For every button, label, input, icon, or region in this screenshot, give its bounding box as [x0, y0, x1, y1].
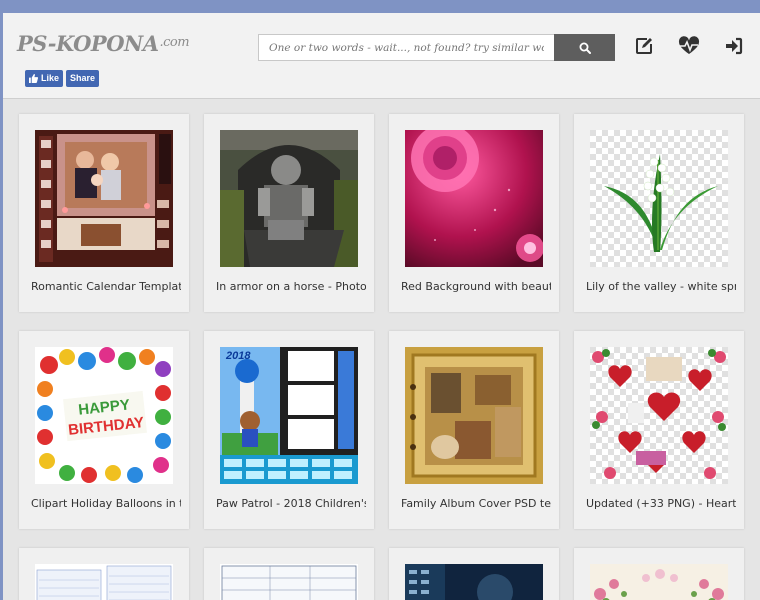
gallery-card[interactable]: Red Background with beautiful roses — [389, 114, 559, 312]
gallery-card[interactable] — [389, 548, 559, 600]
card-caption[interactable]: Romantic Calendar Template for 2018 — [31, 280, 181, 293]
armor-thumbnail[interactable] — [220, 130, 358, 267]
floral-frame-thumbnail[interactable] — [590, 564, 728, 600]
search-input[interactable] — [259, 35, 554, 60]
roses-thumbnail[interactable] — [405, 130, 543, 267]
card-caption[interactable]: Paw Patrol - 2018 Children's calendar — [216, 497, 366, 510]
card-caption[interactable]: In armor on a horse - Photoshop template — [216, 280, 366, 293]
gallery-card[interactable] — [574, 548, 744, 600]
card-caption[interactable]: Family Album Cover PSD template — [401, 497, 551, 510]
logo-tld: .com — [159, 35, 190, 50]
paw-patrol-thumbnail[interactable]: 2018 — [220, 347, 358, 484]
gallery-card[interactable] — [204, 548, 374, 600]
gallery-card[interactable]: Lily of the valley - white spring flower… — [574, 114, 744, 312]
heartbeat-icon[interactable] — [677, 35, 701, 57]
calendar-grid-thumbnail[interactable] — [35, 564, 173, 600]
edit-icon[interactable] — [633, 35, 655, 57]
card-caption[interactable]: Red Background with beautiful roses — [401, 280, 551, 293]
gallery-card[interactable]: HAPPY BIRTHDAY Clipart Holiday Balloons … — [19, 331, 189, 529]
schedule-thumbnail[interactable] — [220, 564, 358, 600]
site-header: PS-KOPONA.com Like Share — [3, 13, 760, 99]
gallery-card[interactable]: Romantic Calendar Template for 2018 — [19, 114, 189, 312]
gallery-card[interactable]: Family Album Cover PSD template — [389, 331, 559, 529]
card-caption[interactable]: Clipart Holiday Balloons in the frame — [31, 497, 181, 510]
balloons-thumbnail[interactable]: HAPPY BIRTHDAY — [35, 347, 173, 484]
search-box — [258, 34, 554, 61]
sign-in-icon[interactable] — [723, 35, 745, 57]
gallery-card[interactable]: Updated (+33 PNG) - Hearts clipart — [574, 331, 744, 529]
facebook-buttons: Like Share — [25, 70, 100, 87]
logo-text: PS-KOPONA — [17, 31, 159, 56]
lily-thumbnail[interactable] — [590, 130, 728, 267]
card-caption[interactable]: Updated (+33 PNG) - Hearts clipart — [586, 497, 736, 510]
gallery-card[interactable]: 2018 Paw Patrol - 2018 Children's calend… — [204, 331, 374, 529]
calendar-thumbnail[interactable] — [35, 130, 173, 267]
gallery-card[interactable] — [19, 548, 189, 600]
facebook-share-button[interactable]: Share — [66, 70, 100, 87]
thumbs-up-icon — [29, 74, 38, 83]
hearts-clipart-thumbnail[interactable] — [590, 347, 728, 484]
dark-blue-thumbnail[interactable] — [405, 564, 543, 600]
search-icon — [579, 42, 591, 54]
like-label: Like — [41, 73, 60, 83]
browser-window: PS-KOPONA.com Like Share One or two word… — [3, 13, 760, 600]
share-label: Share — [70, 73, 96, 83]
card-caption[interactable]: Lily of the valley - white spring flower… — [586, 280, 736, 293]
facebook-like-button[interactable]: Like — [25, 70, 64, 87]
gallery-card[interactable]: In armor on a horse - Photoshop template — [204, 114, 374, 312]
search-button[interactable] — [554, 34, 615, 61]
site-logo[interactable]: PS-KOPONA.com — [17, 31, 190, 56]
album-cover-thumbnail[interactable] — [405, 347, 543, 484]
